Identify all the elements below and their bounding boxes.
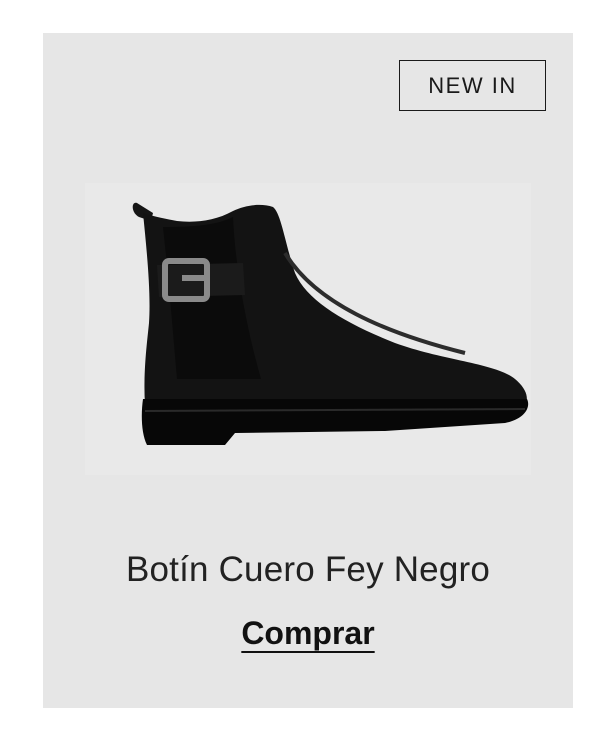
ankle-boot-icon: [132, 202, 529, 445]
product-card: NEW IN Botín Cuero Fey Negro Comprar: [43, 33, 573, 708]
product-image[interactable]: [85, 183, 531, 475]
buy-link[interactable]: Comprar: [241, 615, 374, 651]
new-in-badge: NEW IN: [399, 60, 546, 111]
cta-wrapper: Comprar: [43, 615, 573, 652]
product-title: Botín Cuero Fey Negro: [125, 550, 491, 589]
